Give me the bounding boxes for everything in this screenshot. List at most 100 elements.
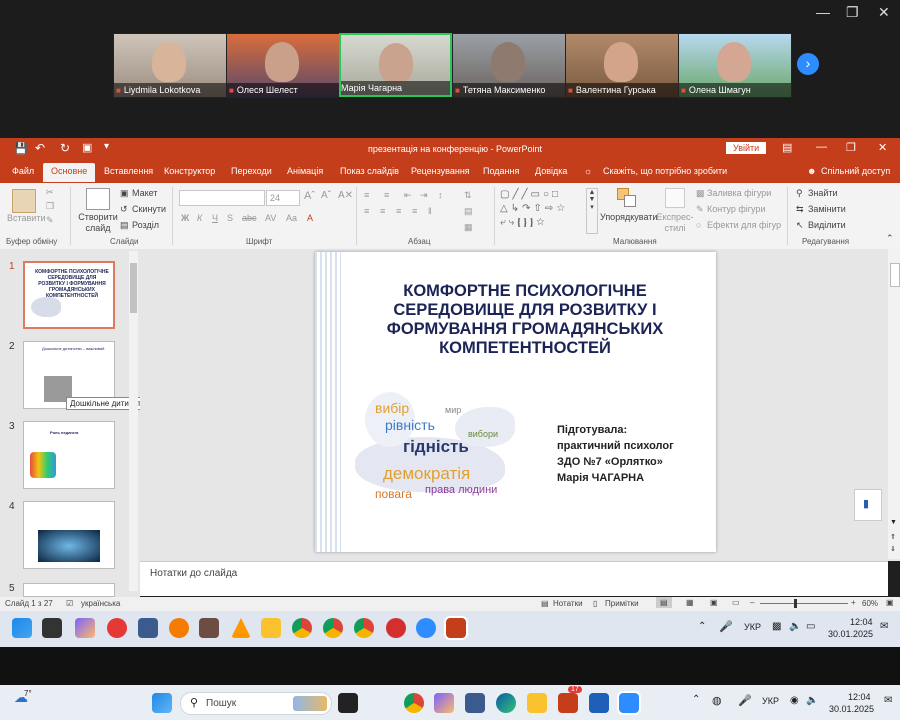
font-size-select[interactable]: 24 <box>266 190 300 206</box>
replace-button[interactable]: Замінити <box>808 204 846 214</box>
tray-time[interactable]: 12:04 <box>848 692 871 702</box>
weather-temperature[interactable]: 7° <box>24 689 32 698</box>
close-icon[interactable]: ✕ <box>878 141 887 154</box>
network-icon[interactable]: ▩ <box>772 621 781 632</box>
line-spacing-icon[interactable]: ↕ <box>438 190 443 200</box>
strikethrough-icon[interactable]: abc <box>242 213 257 223</box>
spellcheck-icon[interactable]: ☑ <box>66 599 73 608</box>
participant-tile-active-speaker[interactable]: Марія Чагарна <box>339 33 452 97</box>
select-button[interactable]: Виділити <box>808 220 846 230</box>
next-page-button[interactable]: › <box>797 53 819 75</box>
notification-icon[interactable]: ✉ <box>884 695 892 706</box>
powerpoint-icon[interactable] <box>444 616 468 640</box>
present-icon[interactable]: ▣ <box>82 141 92 154</box>
powerpoint-icon[interactable]: 17 <box>558 686 582 713</box>
tray-chevron-icon[interactable]: ⌃ <box>698 621 706 632</box>
undo-icon[interactable]: ↶ <box>35 141 45 155</box>
wifi-icon[interactable]: ◉ <box>790 695 799 706</box>
shadow-icon[interactable]: S <box>227 213 233 223</box>
restore-icon[interactable]: ❐ <box>846 141 856 154</box>
app-icon[interactable] <box>199 618 219 638</box>
store-icon[interactable] <box>138 618 158 638</box>
zoom-slider[interactable] <box>760 599 848 608</box>
tray-language[interactable]: УКР <box>762 696 779 706</box>
fit-to-window-icon[interactable]: ▣ <box>886 598 894 607</box>
numbering-icon[interactable]: ≡ <box>384 190 389 200</box>
save-icon[interactable]: 💾 <box>14 142 28 155</box>
tab-insert[interactable]: Вставлення <box>104 166 153 176</box>
prev-slide-icon[interactable]: ⇑ <box>890 533 896 541</box>
chrome-icon[interactable] <box>292 618 312 638</box>
slide-thumbnail-3[interactable]: Роль педагога <box>23 421 115 489</box>
word-icon[interactable] <box>589 693 609 713</box>
participant-tile[interactable]: ■ Liydmila Lokotkova <box>113 33 227 98</box>
zoom-slider-thumb[interactable] <box>794 599 797 608</box>
slideshow-icon[interactable]: ▭ <box>732 598 740 607</box>
new-slide-icon[interactable] <box>86 188 110 210</box>
tray-language[interactable]: УКР <box>744 622 761 632</box>
slide-thumbnail-4[interactable] <box>23 501 115 569</box>
meet-icon[interactable]: ◍ <box>712 694 722 707</box>
new-slide-button[interactable]: Створити слайд <box>78 212 118 234</box>
bullets-icon[interactable]: ≡ <box>364 190 369 200</box>
align-text-icon[interactable]: ▤ <box>464 206 473 217</box>
restore-icon[interactable]: ❐ <box>846 4 859 21</box>
chrome-icon[interactable] <box>404 693 424 713</box>
search-box[interactable]: ⚲ Пошук <box>180 692 332 715</box>
tab-help[interactable]: Довідка <box>535 166 567 176</box>
normal-view-icon[interactable]: ▤ <box>656 597 672 608</box>
text-direction-icon[interactable]: ⇅ <box>464 190 472 201</box>
font-color-icon[interactable]: A <box>307 213 313 223</box>
tray-date[interactable]: 30.01.2025 <box>829 704 874 714</box>
tray-date[interactable]: 30.01.2025 <box>828 629 873 639</box>
underline-icon[interactable]: Ч <box>212 213 218 223</box>
slide-sorter-icon[interactable]: ▦ <box>686 598 694 607</box>
bold-icon[interactable]: Ж <box>181 213 189 223</box>
zoom-icon[interactable] <box>617 691 641 715</box>
find-button[interactable]: Знайти <box>808 188 838 198</box>
clear-format-icon[interactable]: A✕ <box>338 190 353 201</box>
start-icon[interactable] <box>12 618 32 638</box>
tell-me-search[interactable]: Скажіть, що потрібно зробити <box>603 166 727 176</box>
volume-icon[interactable]: 🔈 <box>789 621 801 632</box>
zoom-level[interactable]: 60% <box>862 599 878 608</box>
tab-transitions[interactable]: Переходи <box>231 166 272 176</box>
zoom-in-icon[interactable]: + <box>851 598 856 607</box>
scroll-down-icon[interactable]: ▼ <box>890 519 897 526</box>
folder-icon[interactable] <box>261 618 281 638</box>
notification-icon[interactable]: ✉ <box>880 621 888 632</box>
current-slide[interactable]: КОМФОРТНЕ ПСИХОЛОГІЧНЕ СЕРЕДОВИЩЕ ДЛЯ РО… <box>315 252 716 552</box>
tab-slideshow[interactable]: Показ слайдів <box>340 166 399 176</box>
slide-thumbnail-5[interactable] <box>23 583 115 597</box>
copilot-icon[interactable] <box>75 618 95 638</box>
ribbon-display-icon[interactable]: ▤ <box>782 141 792 154</box>
align-right-icon[interactable]: ≡ <box>396 206 401 216</box>
sign-in-button[interactable]: Увійти <box>726 142 767 154</box>
tab-file[interactable]: Файл <box>12 166 34 176</box>
store-icon[interactable] <box>465 693 485 713</box>
redo-icon[interactable]: ↻ <box>60 141 70 155</box>
tab-design[interactable]: Конструктор <box>164 166 215 176</box>
microphone-icon[interactable]: 🎤 <box>738 694 752 707</box>
case-icon[interactable]: Aa <box>286 213 297 223</box>
microphone-icon[interactable]: 🎤 <box>719 620 733 633</box>
align-left-icon[interactable]: ≡ <box>364 206 369 216</box>
zoom-out-icon[interactable]: – <box>750 598 754 607</box>
reading-view-icon[interactable]: ▣ <box>710 598 718 607</box>
share-button[interactable]: Спільний доступ <box>821 166 890 176</box>
participant-tile[interactable]: ■ Валентина Гурська <box>565 33 679 98</box>
tray-time[interactable]: 12:04 <box>850 617 873 627</box>
shapes-more-icon[interactable]: ▲ ▼ ▾ <box>586 188 598 234</box>
thumbs-scrollbar[interactable] <box>129 251 138 591</box>
opera-icon[interactable] <box>107 618 127 638</box>
next-slide-icon[interactable]: ⇓ <box>890 545 896 553</box>
copy-icon[interactable]: ❐ <box>46 201 54 212</box>
reset-button[interactable]: Скинути <box>132 204 166 214</box>
shape-fill-button[interactable]: Заливка фігури <box>707 188 771 198</box>
tab-view[interactable]: Подання <box>483 166 519 176</box>
shrink-font-icon[interactable]: Aˇ <box>321 190 331 201</box>
paste-icon[interactable] <box>12 189 36 213</box>
shape-effects-button[interactable]: Ефекти для фігур <box>707 220 781 230</box>
notes-toggle-button[interactable]: Нотатки <box>553 599 583 608</box>
edge-icon[interactable] <box>496 693 516 713</box>
